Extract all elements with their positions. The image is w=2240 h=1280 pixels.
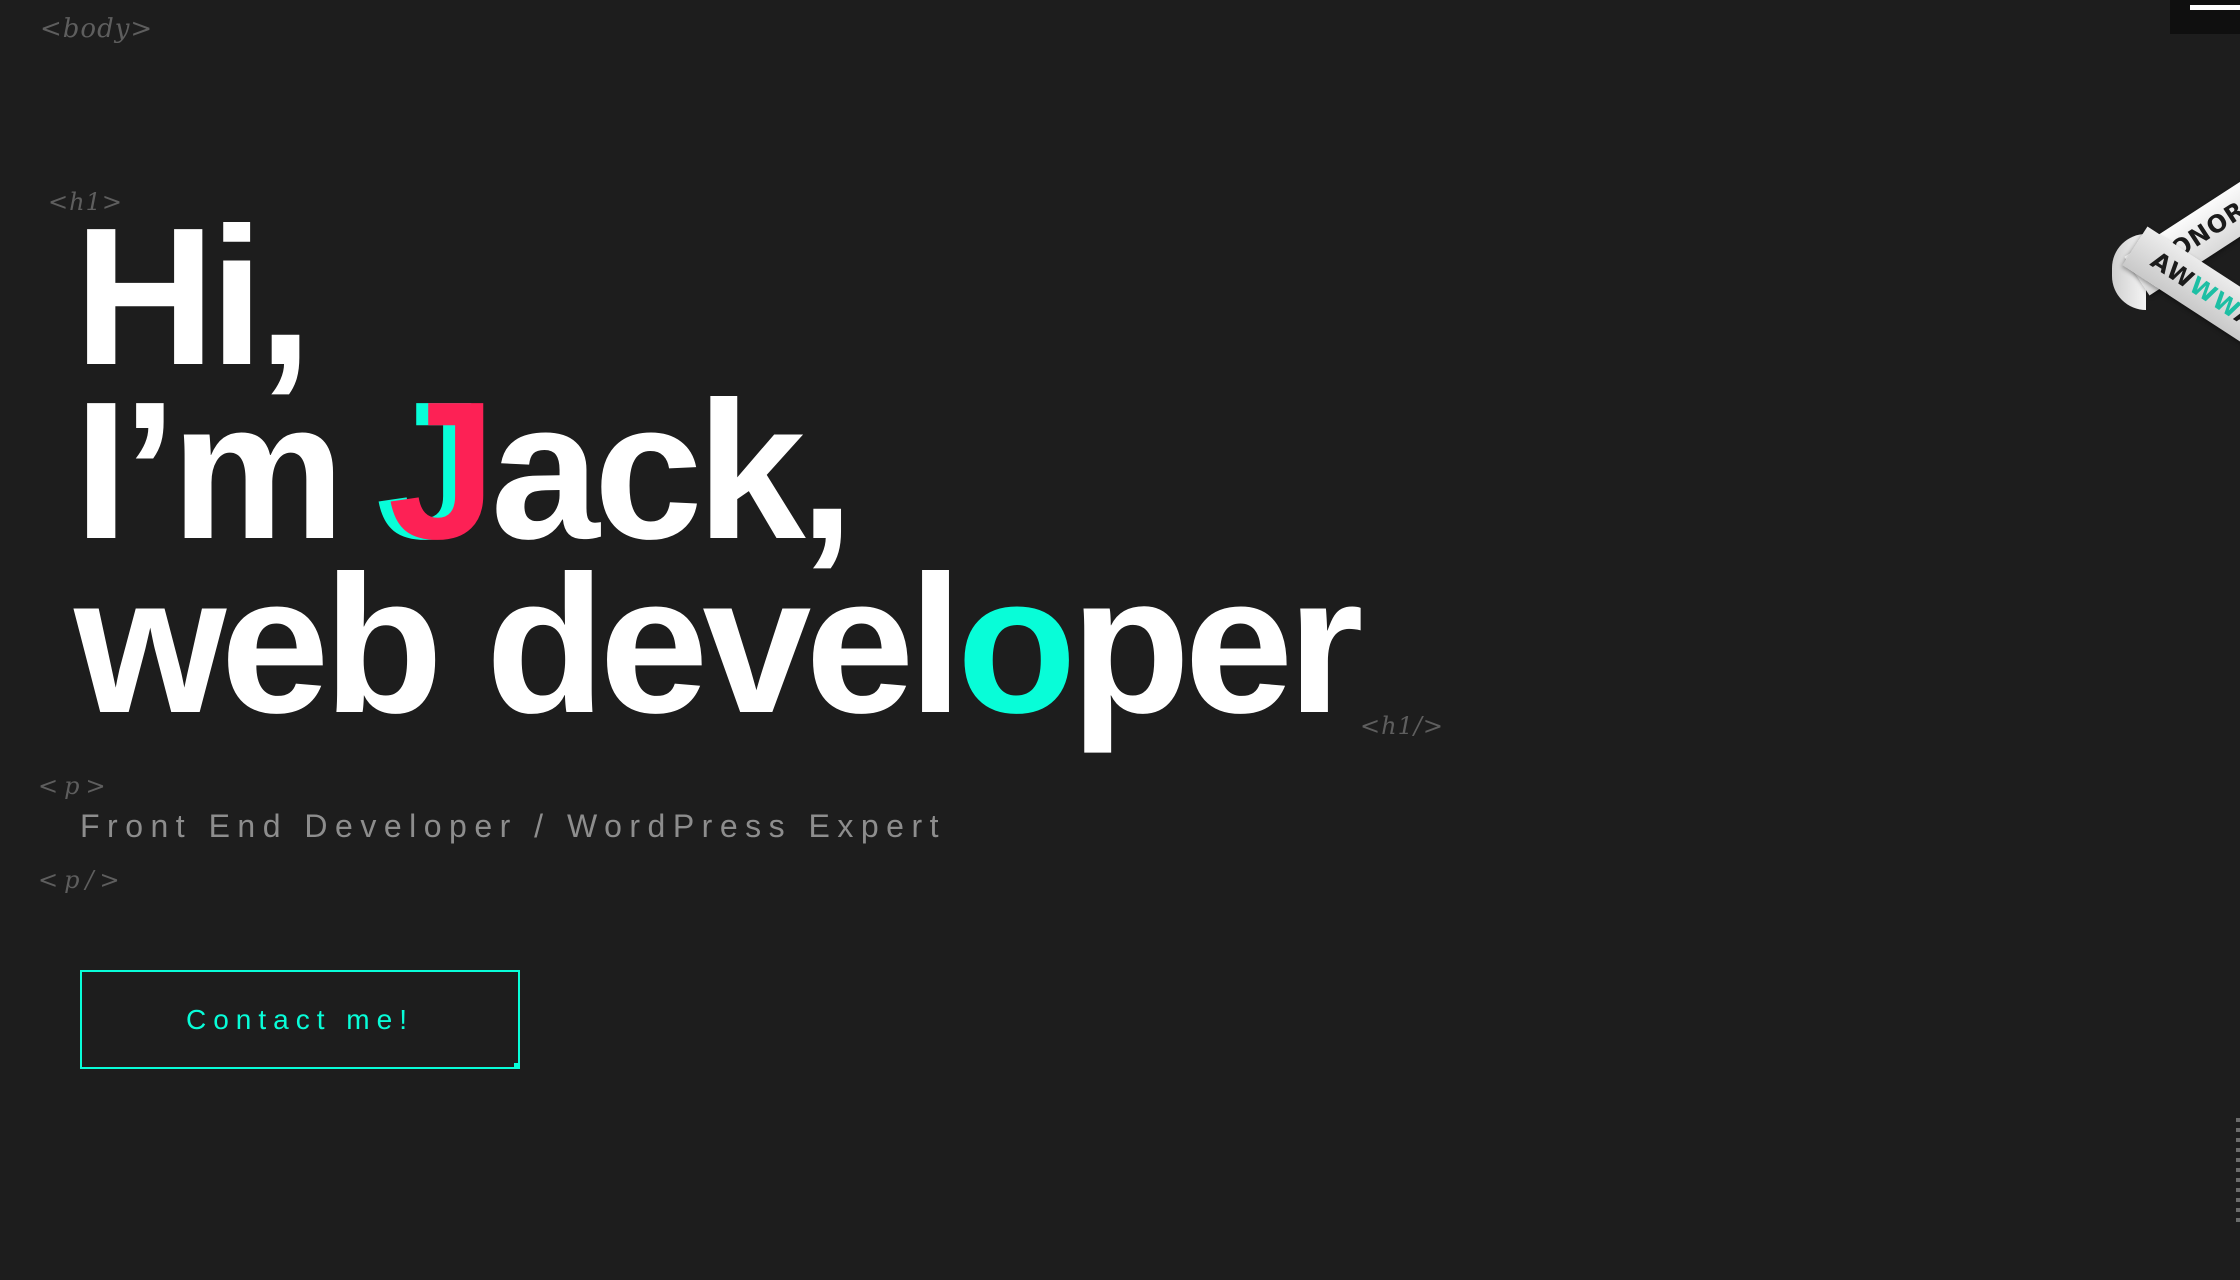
- body-open-tag: <body>: [40, 14, 154, 44]
- scroll-indicator: [2236, 1118, 2240, 1224]
- contact-me-label: Contact me!: [186, 1003, 414, 1035]
- button-corner-accent: [514, 1063, 520, 1069]
- h1-close-tag: <h1/>: [1360, 712, 1445, 740]
- hero-subtitle: Front End Developer / WordPress Expert: [80, 808, 946, 844]
- contact-me-button[interactable]: Contact me!: [80, 970, 520, 1069]
- hamburger-menu-icon: [2190, 5, 2240, 10]
- hero-line-3: web developer: [74, 547, 1364, 743]
- hero-line-2: I’m Jack,: [74, 373, 1358, 569]
- hero-line-1: Hi,: [74, 187, 312, 406]
- hero-heading: Hi, I’m Jack, web developer: [74, 187, 1364, 743]
- hamburger-menu-button[interactable]: [2170, 0, 2240, 34]
- p-open-tag: <p>: [38, 772, 112, 800]
- hero-accent-letter-o: o: [956, 535, 1077, 754]
- hero-line-3-prefix: web devel: [74, 535, 963, 754]
- p-close-tag: <p/>: [38, 866, 126, 894]
- hero-line-3-suffix: per: [1070, 535, 1364, 754]
- awwwards-honors-badge[interactable]: HONORS AWWWAR: [2112, 160, 2240, 380]
